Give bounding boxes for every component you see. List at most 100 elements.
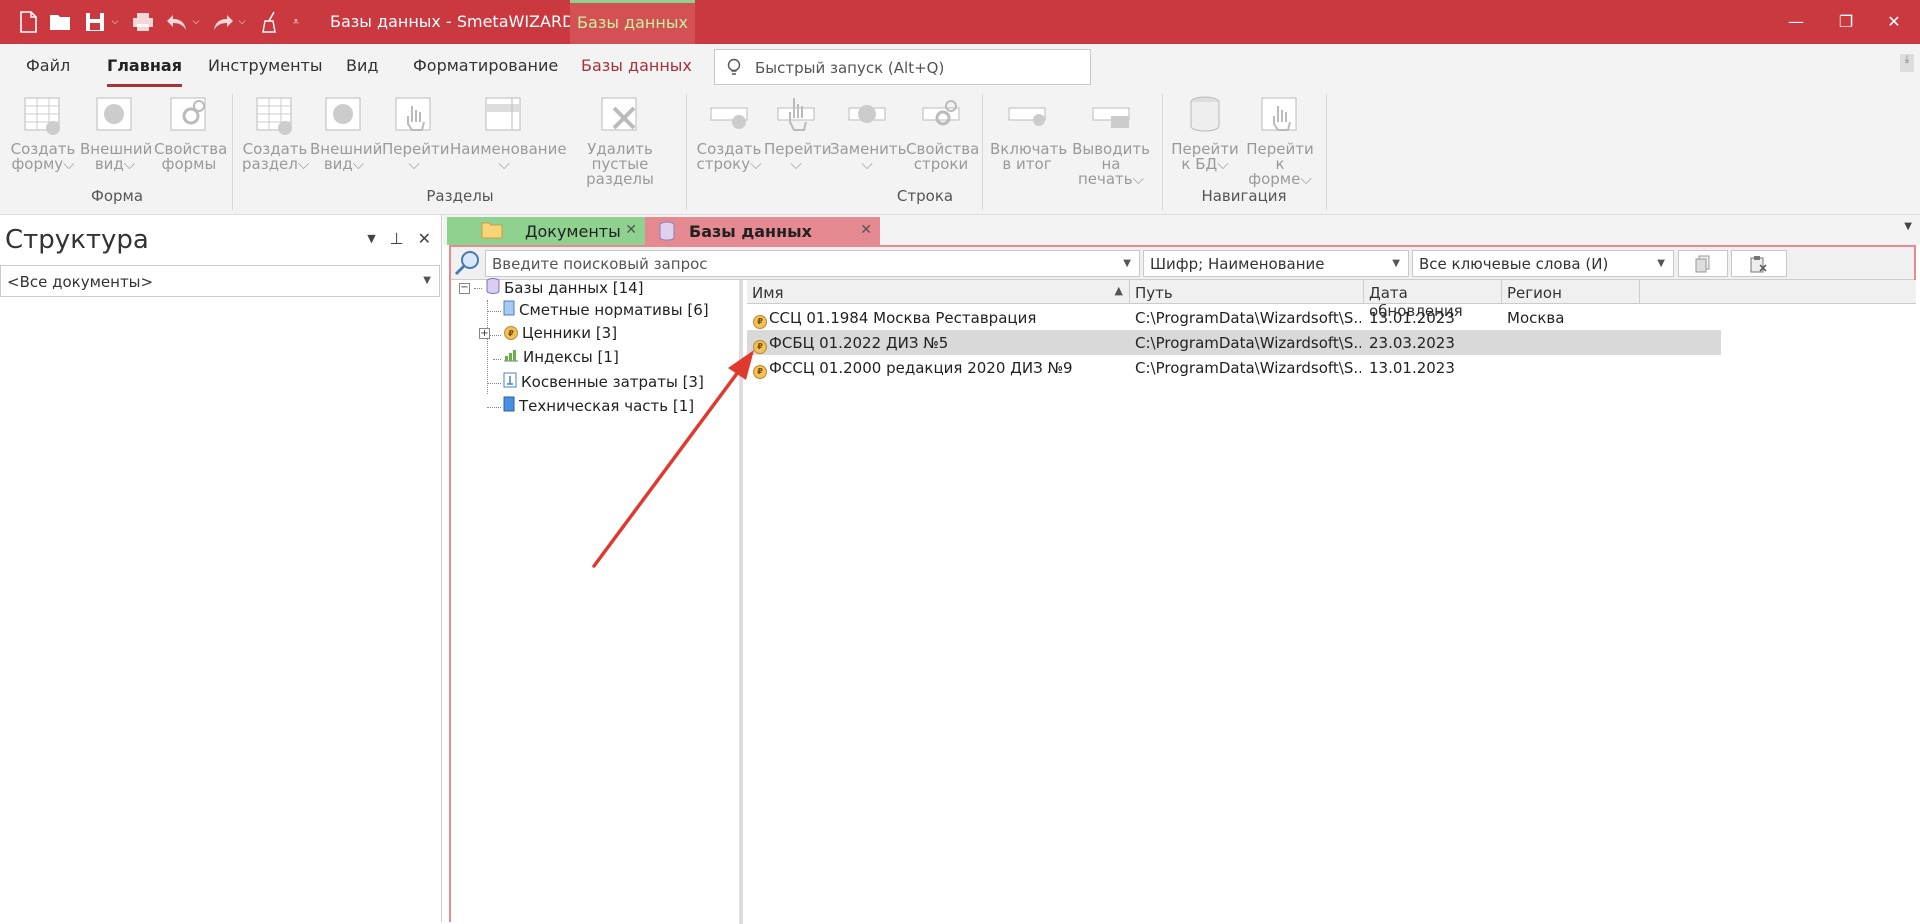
section-appearance-button[interactable]: Внешний вид⌵	[310, 94, 382, 172]
keywords-mode-select[interactable]: Все ключевые слова (И) ▼	[1412, 250, 1674, 277]
chevron-down-icon: ▼	[1123, 258, 1131, 269]
database-goto-icon	[1185, 94, 1225, 136]
save-icon[interactable]	[82, 8, 108, 36]
tree-root[interactable]: − Базы данных [14]	[459, 278, 644, 298]
group-separator	[1162, 94, 1163, 210]
tab-list-dropdown-icon[interactable]: ▼	[1904, 221, 1912, 232]
redo-dropdown-chevron-icon[interactable]: ⌵	[236, 8, 248, 36]
column-header-path[interactable]: Путь	[1130, 280, 1364, 304]
open-folder-icon[interactable]	[48, 8, 74, 36]
tab-databases-doc[interactable]: Базы данных ✕	[645, 217, 880, 245]
row-date: 23.03.2023	[1369, 334, 1455, 352]
row-goto-button[interactable]: Перейти ⌵	[764, 94, 832, 172]
search-fields-select[interactable]: Шифр; Наименование ▼	[1143, 250, 1409, 277]
column-header-empty	[1640, 280, 1916, 304]
tab-home[interactable]: Главная	[107, 56, 182, 87]
tab-tools[interactable]: Инструменты	[208, 56, 323, 82]
tab-databases[interactable]: Базы данных	[581, 56, 692, 82]
row-path: C:\ProgramData\Wizardsoft\S...	[1135, 334, 1361, 352]
ruble-coin-icon: ₽	[504, 326, 518, 340]
form-appearance-icon	[95, 94, 135, 136]
form-properties-button[interactable]: Свойства формы	[154, 94, 227, 172]
undo-icon[interactable]	[164, 8, 190, 36]
include-total-icon	[1007, 94, 1047, 136]
form-appearance-button[interactable]: Внешний вид⌵	[80, 94, 152, 173]
column-header-date[interactable]: Дата обновления	[1364, 280, 1502, 320]
search-query-input[interactable]: Введите поисковый запрос ▼	[485, 250, 1140, 277]
tree-item-label: Индексы [1]	[523, 348, 619, 366]
print-output-button[interactable]: Выводить на печать⌵	[1068, 94, 1154, 187]
tree-item-price-lists[interactable]: + ₽ Ценники [3]	[479, 324, 617, 342]
context-tab-databases: Базы данных	[570, 0, 695, 44]
document-filter-select[interactable]: <Все документы> ▼	[0, 265, 440, 297]
tree-item-indexes[interactable]: Индексы [1]	[503, 348, 619, 366]
create-section-label-2: раздел	[242, 155, 298, 173]
undo-dropdown-chevron-icon[interactable]: ⌵	[190, 8, 202, 36]
section-appearance-icon	[324, 94, 364, 136]
printer-row-icon	[1091, 94, 1131, 136]
tree-item-indirect-costs[interactable]: Косвенные затраты [3]	[503, 372, 704, 392]
form-appearance-label-2: вид	[94, 155, 124, 173]
quick-launch-search[interactable]: Быстрый запуск (Alt+Q)	[714, 49, 1091, 85]
database-browser: Введите поисковый запрос ▼ Шифр; Наимено…	[449, 245, 1916, 924]
goto-database-button[interactable]: Перейти к БД⌵	[1170, 94, 1240, 172]
book-icon	[503, 300, 515, 320]
tab-formatting[interactable]: Форматирование	[413, 56, 558, 82]
chart-icon	[503, 348, 519, 366]
row-path: C:\ProgramData\Wizardsoft\S...	[1135, 309, 1361, 327]
goto-form-button[interactable]: Перейти к форме⌵	[1242, 94, 1318, 187]
copy-button[interactable]	[1678, 250, 1728, 277]
section-goto-button[interactable]: Перейти ⌵	[382, 94, 450, 172]
column-header-region[interactable]: Регион	[1502, 280, 1640, 304]
new-document-icon[interactable]	[16, 8, 40, 36]
print-icon[interactable]	[130, 8, 156, 36]
tree-guide-line	[493, 359, 501, 360]
section-name-button[interactable]: Наименование ⌵	[450, 94, 567, 172]
print-output-label-2: на печать	[1077, 155, 1133, 188]
tree-root-line	[474, 287, 482, 289]
tab-view[interactable]: Вид	[346, 56, 378, 82]
create-form-button[interactable]: Создать форму⌵	[10, 94, 76, 172]
table-row[interactable]: ₽ ФССЦ 01.2000 редакция 2020 ДИЗ №9 C:\P…	[747, 355, 1721, 380]
delete-empty-sections-button[interactable]: Удалить пустые разделы	[562, 94, 678, 187]
save-dropdown-chevron-icon[interactable]: ⌵	[108, 8, 122, 36]
search-fields-value: Шифр; Наименование	[1150, 255, 1325, 273]
row-properties-button[interactable]: Свойства строки	[906, 94, 979, 172]
table-row-selected[interactable]: ₽ ФСБЦ 01.2022 ДИЗ №5 C:\ProgramData\Wiz…	[747, 330, 1721, 355]
create-section-button[interactable]: Создать раздел⌵	[242, 94, 309, 173]
search-magnifier-icon[interactable]	[453, 249, 481, 281]
row-name: ФСБЦ 01.2022 ДИЗ №5	[769, 334, 949, 352]
keywords-mode-value: Все ключевые слова (И)	[1419, 255, 1609, 273]
tab-file[interactable]: Файл	[26, 56, 70, 82]
database-tree: − Базы данных [14] Сметные нормативы [6]…	[451, 278, 743, 924]
close-icon[interactable]: ✕	[1876, 8, 1912, 36]
tree-item-technical-part[interactable]: Техническая часть [1]	[503, 396, 694, 416]
pin-ribbon-icon[interactable]: ⤓	[1900, 54, 1914, 72]
tab-databases-close-icon[interactable]: ✕	[860, 222, 872, 238]
create-row-button[interactable]: Создать строку⌵	[696, 94, 762, 172]
ribbon: Создать форму⌵ Внешний вид⌵ Свойства фор…	[0, 90, 1920, 215]
column-header-name[interactable]: Имя ▲	[747, 280, 1130, 304]
include-in-total-button[interactable]: Включать в итог	[990, 94, 1067, 172]
sort-ascending-icon: ▲	[1114, 284, 1123, 297]
clipboard-button[interactable]	[1731, 250, 1787, 277]
panel-close-icon[interactable]: ✕	[418, 229, 431, 248]
minimize-icon[interactable]: —	[1778, 8, 1814, 36]
goto-form-label-2: к форме	[1248, 155, 1301, 188]
group-label-form: Форма	[90, 187, 144, 205]
tab-documents-close-icon[interactable]: ✕	[625, 222, 637, 238]
tab-documents-label: Документы	[525, 222, 621, 241]
tree-item-estimate-norms[interactable]: Сметные нормативы [6]	[503, 300, 709, 320]
pin-icon[interactable]: ⊥	[390, 229, 404, 248]
table-row[interactable]: ₽ ССЦ 01.1984 Москва Реставрация C:\Prog…	[747, 305, 1721, 330]
group-separator	[1326, 94, 1327, 210]
restore-icon[interactable]: ❐	[1828, 8, 1864, 36]
tab-documents[interactable]: Документы ✕	[447, 217, 645, 245]
broom-icon[interactable]	[258, 8, 282, 36]
redo-icon[interactable]	[210, 8, 236, 36]
customize-quick-access-icon[interactable]: ⩡	[288, 8, 304, 36]
panel-dropdown-icon[interactable]: ▼	[367, 229, 375, 248]
expand-node-icon[interactable]: +	[479, 327, 490, 339]
collapse-node-icon[interactable]: −	[459, 282, 470, 294]
replace-row-button[interactable]: Заменить ⌵	[830, 94, 907, 172]
